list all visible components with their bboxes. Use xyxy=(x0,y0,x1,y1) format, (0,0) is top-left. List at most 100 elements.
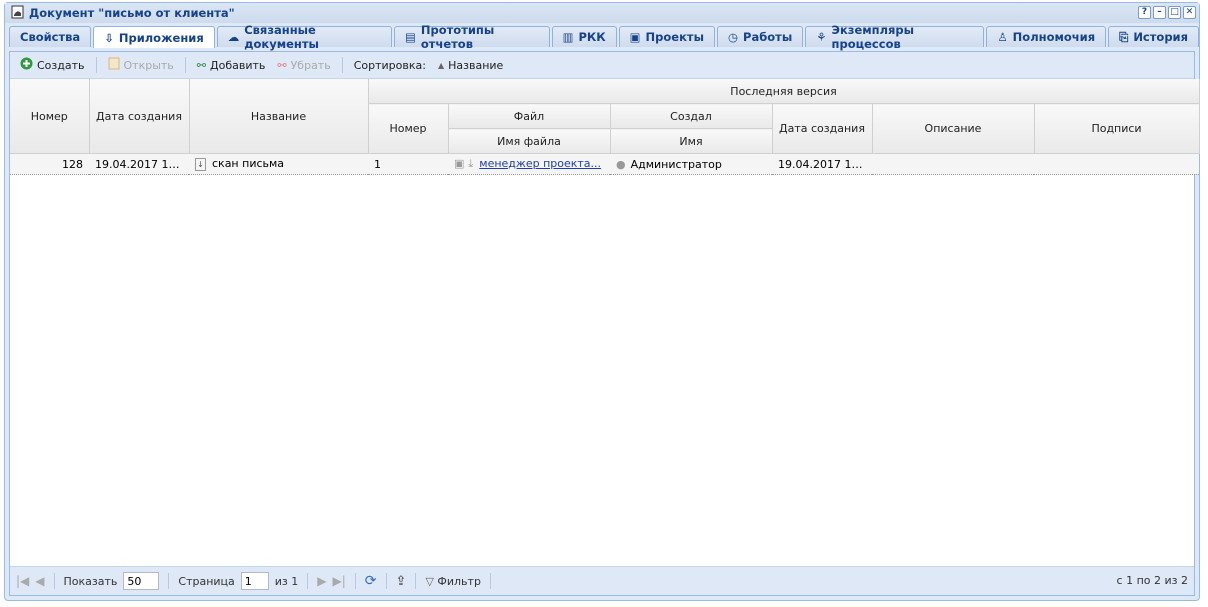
file-link[interactable]: менеджер проекта... xyxy=(479,157,601,170)
help-button[interactable]: ? xyxy=(1138,6,1151,19)
col-group-created-by: Создал xyxy=(610,103,773,129)
process-icon: ⚘ xyxy=(816,30,827,44)
remove-button[interactable]: ⚯ Убрать xyxy=(273,59,334,72)
attachments-panel: Создать Открыть ⚯ Добавить ⚯ Убрать Сорт… xyxy=(9,51,1200,596)
user-avatar-icon: ● xyxy=(616,157,626,171)
plus-icon xyxy=(20,57,33,73)
projects-icon: ▣ xyxy=(629,30,641,44)
cell-file: ▣ ⤓ менеджер проекта... xyxy=(448,153,610,175)
col-file-name[interactable]: Имя файла xyxy=(448,128,611,154)
tab-label: Полномочия xyxy=(1012,30,1096,44)
tab-label: Прототипы отчетов xyxy=(420,23,495,51)
page-number-input[interactable] xyxy=(240,572,269,590)
docs-icon: ☁ xyxy=(227,30,240,44)
tab-related-documents[interactable]: ☁ Связанные документы xyxy=(216,23,392,51)
add-button[interactable]: ⚯ Добавить xyxy=(193,59,270,72)
close-button[interactable]: ✕ xyxy=(1183,6,1196,19)
tab-properties[interactable]: Свойства xyxy=(9,26,92,47)
pagination-bar: |◀ ◀ Показать Страница из 1 ▶ ▶| ⟳ ⇪ ▽ Ф… xyxy=(10,566,1194,595)
works-icon: ◷ xyxy=(727,30,739,44)
download-file-icon[interactable]: ⤓ xyxy=(468,157,473,170)
attachment-icon: ↓ xyxy=(195,157,206,171)
maximize-button[interactable]: □ xyxy=(1168,6,1181,19)
unlink-icon: ⚯ xyxy=(277,58,287,72)
page-size-input[interactable] xyxy=(123,572,160,590)
col-signatures[interactable]: Подписи xyxy=(1034,103,1200,154)
table-row[interactable]: 128 19.04.2017 15:24 ↓ скан письма 1 ▣ ⤓ ме… xyxy=(10,153,1200,175)
tab-works[interactable]: ◷ Работы xyxy=(716,26,804,47)
sort-field-label: Название xyxy=(448,58,504,72)
tab-label: Экземпляры процессов xyxy=(831,23,915,51)
page-label: Страница xyxy=(178,574,235,588)
minimize-button[interactable]: – xyxy=(1153,6,1166,19)
user-icon: ♙ xyxy=(997,30,1008,44)
remove-label: Убрать xyxy=(290,58,331,72)
tab-label: Работы xyxy=(743,30,793,44)
tab-label: Приложения xyxy=(118,30,204,45)
create-button[interactable]: Создать xyxy=(16,57,89,73)
tab-label: История xyxy=(1133,30,1188,44)
tab-permissions[interactable]: ♙ Полномочия xyxy=(986,26,1107,47)
filter-label: Фильтр xyxy=(437,574,481,588)
report-icon: ▤ xyxy=(405,30,416,44)
col-author-name[interactable]: Имя xyxy=(610,128,773,154)
col-name[interactable]: Название xyxy=(189,79,369,154)
tab-report-prototypes[interactable]: ▤ Прототипы отчетов xyxy=(394,23,550,51)
tab-attachments[interactable]: ⇩ Приложения xyxy=(93,26,215,48)
filter-button[interactable]: ▽ Фильтр xyxy=(425,575,481,588)
cell-signatures xyxy=(1034,153,1200,175)
open-button[interactable]: Открыть xyxy=(104,57,178,73)
tab-process-instances[interactable]: ⚘ Экземпляры процессов xyxy=(805,23,985,51)
create-label: Создать xyxy=(37,58,85,72)
author-name: Администратор xyxy=(630,157,722,171)
sort-asc-icon: ▲ xyxy=(437,60,445,70)
toolbar: Создать Открыть ⚯ Добавить ⚯ Убрать Сорт… xyxy=(10,52,1194,79)
col-group-file: Файл xyxy=(448,103,611,129)
cell-author: ● Администратор xyxy=(610,153,772,175)
document-window: Документ "письмо от клиента" ? – □ ✕ Сво… xyxy=(4,2,1200,601)
document-icon xyxy=(11,5,25,22)
paging-info: с 1 по 2 из 2 xyxy=(1116,574,1188,587)
tab-label: РКК xyxy=(578,30,606,44)
download-icon: ⇩ xyxy=(104,30,114,45)
tab-label: Связанные документы xyxy=(244,23,319,51)
window-title: Документ "письмо от клиента" xyxy=(29,6,235,20)
sort-label: Сортировка: xyxy=(353,58,426,72)
history-icon: ⎘ xyxy=(1119,29,1129,44)
export-icon[interactable]: ⇪ xyxy=(396,574,407,589)
col-version-created[interactable]: Дата создания xyxy=(772,103,873,154)
cell-number: 128 xyxy=(10,153,89,175)
card-icon: ▥ xyxy=(562,30,574,44)
filter-icon: ▽ xyxy=(425,574,434,588)
page-count-label: из 1 xyxy=(274,574,299,588)
prev-page-icon[interactable]: ◀ xyxy=(35,574,44,588)
col-number[interactable]: Номер xyxy=(10,79,90,154)
save-icon[interactable]: ▣ xyxy=(454,157,464,170)
refresh-icon[interactable]: ⟳ xyxy=(365,573,377,589)
attachments-grid: Номер Дата создания Название Последняя в… xyxy=(10,79,1200,175)
add-label: Добавить xyxy=(210,58,266,72)
first-page-icon[interactable]: |◀ xyxy=(16,574,29,588)
tab-label: Проекты xyxy=(645,30,704,44)
tab-projects[interactable]: ▣ Проекты xyxy=(618,26,715,47)
link-icon: ⚯ xyxy=(196,58,206,72)
col-version-number[interactable]: Номер xyxy=(368,103,449,154)
col-created[interactable]: Дата создания xyxy=(89,79,190,154)
cell-version-created: 19.04.2017 15:24 xyxy=(772,153,872,175)
tab-rkk[interactable]: ▥ РКК xyxy=(551,26,617,47)
open-icon xyxy=(108,57,120,73)
tab-label: Свойства xyxy=(20,30,81,44)
title-bar: Документ "письмо от клиента" ? – □ ✕ xyxy=(5,3,1199,23)
open-label: Открыть xyxy=(123,58,174,72)
attachment-name: скан письма xyxy=(212,157,285,171)
last-page-icon[interactable]: ▶| xyxy=(333,574,346,588)
col-description[interactable]: Описание xyxy=(872,103,1035,154)
sort-by-name-button[interactable]: ▲ Название xyxy=(434,59,507,72)
tab-bar: Свойства ⇩ Приложения ☁ Связанные документ… xyxy=(9,23,1199,51)
cell-description xyxy=(872,153,1034,175)
show-label: Показать xyxy=(63,574,118,588)
cell-version-number: 1 xyxy=(368,153,448,175)
next-page-icon[interactable]: ▶ xyxy=(317,574,326,588)
tab-history[interactable]: ⎘ История xyxy=(1108,26,1199,47)
col-group-last-version: Последняя версия xyxy=(368,79,1200,104)
